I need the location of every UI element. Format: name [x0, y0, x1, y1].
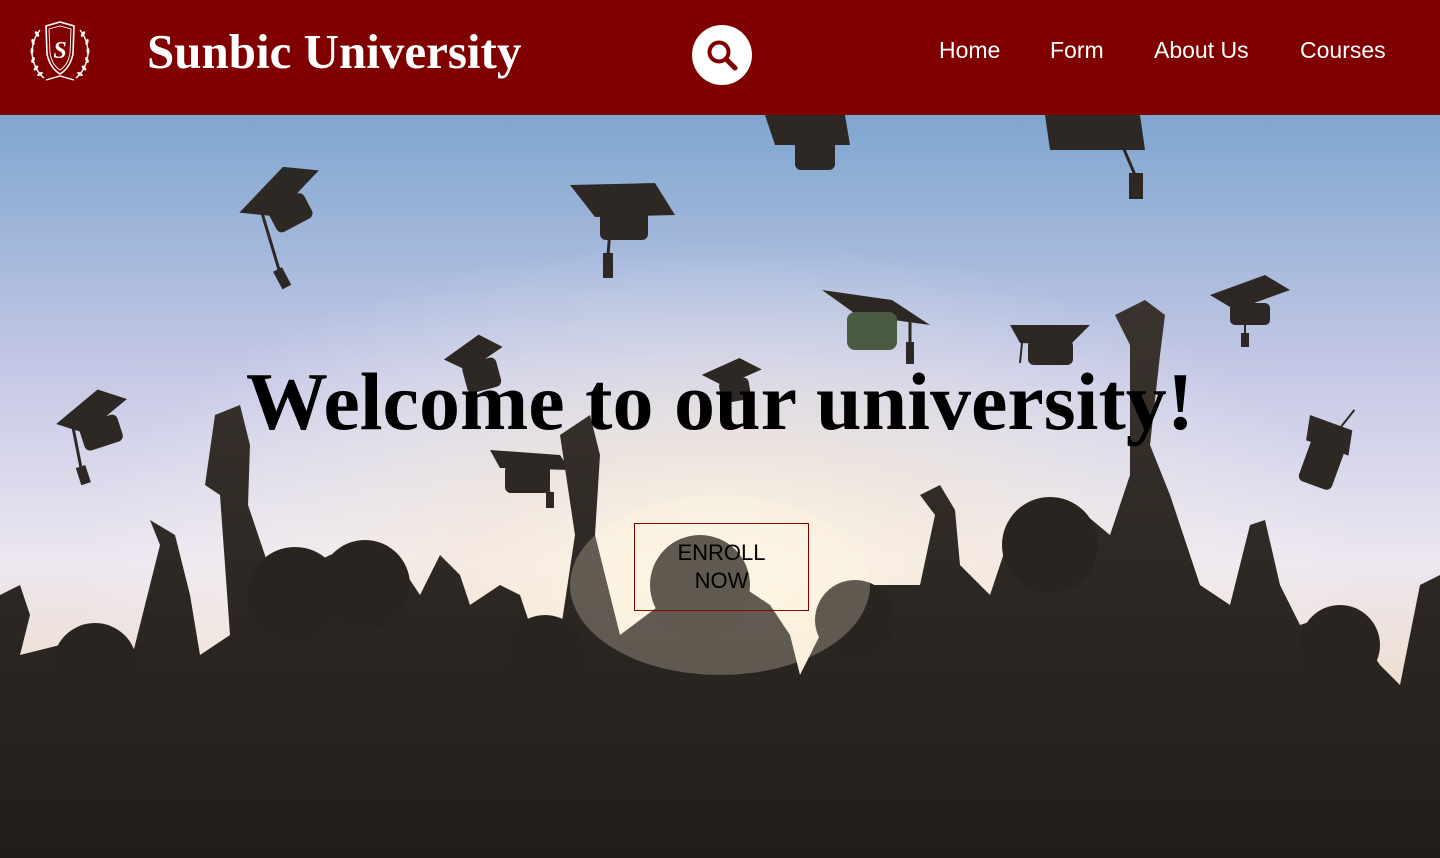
university-crest-icon[interactable]: S — [26, 20, 94, 86]
nav-home[interactable]: Home — [939, 36, 1000, 64]
enroll-now-button[interactable]: ENROLL NOW — [634, 523, 809, 611]
hero-section: Welcome to our university! ENROLL NOW — [0, 115, 1440, 858]
nav-courses[interactable]: Courses — [1300, 36, 1386, 64]
nav-form[interactable]: Form — [1050, 36, 1104, 64]
search-icon — [707, 40, 738, 71]
search-button[interactable] — [692, 25, 752, 85]
site-title[interactable]: Sunbic University — [147, 24, 521, 80]
graduation-hero-image — [0, 115, 1440, 858]
nav-about-us[interactable]: About Us — [1154, 36, 1249, 64]
enroll-now-label: ENROLL NOW — [677, 540, 766, 593]
crest-letter: S — [53, 38, 66, 64]
site-header: S Sunbic University Home Form About Us C… — [0, 0, 1440, 115]
hero-title: Welcome to our university! — [245, 356, 1195, 447]
